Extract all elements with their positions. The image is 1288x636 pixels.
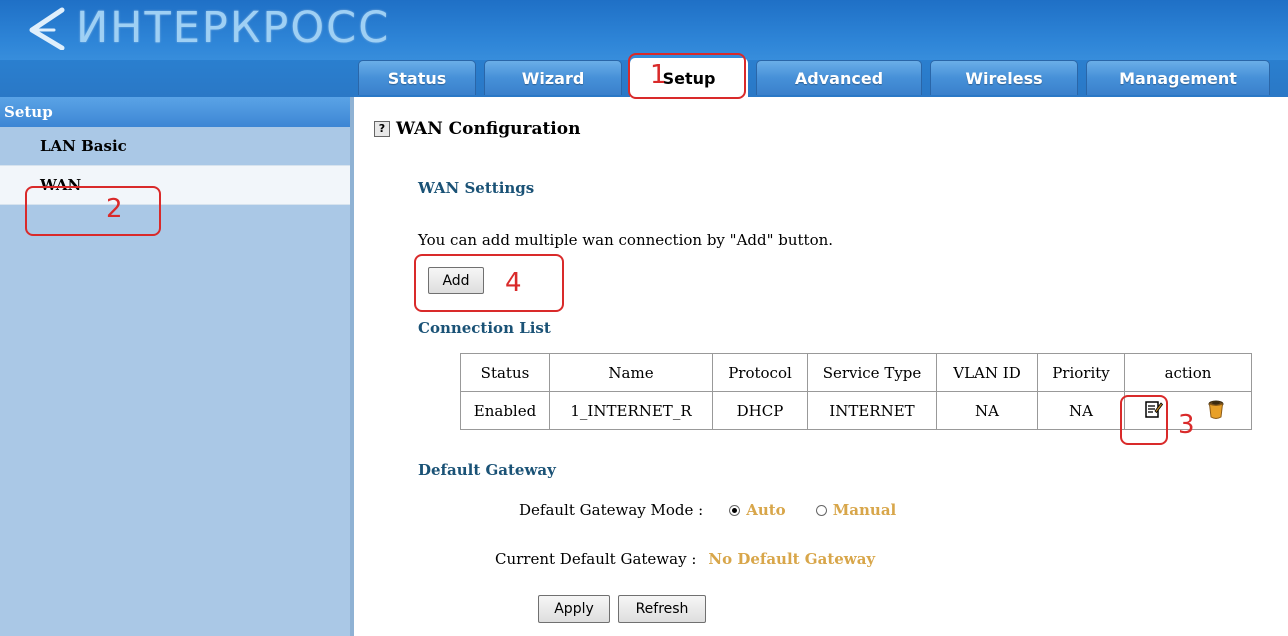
annotation-number-1: 1 — [650, 60, 667, 90]
column-header-status: Status — [460, 353, 550, 392]
cell-protocol: DHCP — [712, 391, 808, 430]
logo: ИНТЕРКРОСС — [24, 6, 390, 50]
page-title: ? WAN Configuration — [374, 119, 580, 139]
radio-manual-label: Manual — [832, 501, 897, 519]
cell-vlan-id: NA — [936, 391, 1038, 430]
annotation-number-2: 2 — [106, 194, 123, 224]
gateway-mode-label: Default Gateway Mode : — [519, 501, 704, 519]
radio-auto[interactable] — [729, 504, 741, 516]
cell-service-type: INTERNET — [807, 391, 937, 430]
column-header-priority: Priority — [1037, 353, 1125, 392]
page-title-text: WAN Configuration — [396, 119, 581, 139]
wan-settings-description: You can add multiple wan connection by "… — [418, 231, 834, 249]
current-gateway-value: No Default Gateway — [708, 550, 876, 568]
logo-text: ИНТЕРКРОСС — [76, 3, 391, 53]
tab-wizard[interactable]: Wizard — [484, 60, 622, 95]
radio-auto-label: Auto — [746, 501, 786, 519]
current-gateway-row: Current Default Gateway : No Default Gat… — [495, 550, 875, 568]
default-gateway-title: Default Gateway — [418, 461, 556, 479]
gateway-mode-row: Default Gateway Mode : Auto Manual — [519, 501, 896, 519]
cell-priority: NA — [1037, 391, 1125, 430]
apply-button[interactable]: Apply — [538, 595, 610, 623]
annotation-number-4: 4 — [505, 268, 522, 298]
tab-wireless[interactable]: Wireless — [930, 60, 1078, 95]
sidebar-item-lan-basic[interactable]: LAN Basic — [0, 127, 350, 165]
radio-manual[interactable] — [815, 504, 827, 516]
logo-mark-icon — [29, 7, 65, 50]
annotation-box-setup — [628, 53, 746, 99]
annotation-box-wan — [25, 186, 161, 236]
tab-advanced[interactable]: Advanced — [756, 60, 922, 95]
cell-status: Enabled — [460, 391, 550, 430]
annotation-box-delete — [1120, 395, 1168, 445]
connection-list-title: Connection List — [418, 319, 551, 337]
radio-auto-option[interactable]: Auto — [729, 501, 786, 519]
radio-manual-option[interactable]: Manual — [815, 501, 897, 519]
annotation-box-add — [414, 254, 564, 312]
current-gateway-label: Current Default Gateway : — [495, 550, 697, 568]
column-header-service-type: Service Type — [807, 353, 937, 392]
column-header-action: action — [1124, 353, 1252, 392]
cell-name: 1_INTERNET_R — [549, 391, 713, 430]
column-header-protocol: Protocol — [712, 353, 808, 392]
help-icon[interactable]: ? — [374, 121, 390, 137]
refresh-button[interactable]: Refresh — [618, 595, 706, 623]
wan-settings-title: WAN Settings — [418, 179, 535, 197]
sidebar-heading: Setup — [0, 97, 350, 127]
annotation-number-3: 3 — [1178, 410, 1195, 440]
trash-icon[interactable] — [1206, 398, 1226, 420]
main-content: ? WAN Configuration WAN Settings You can… — [358, 97, 1288, 636]
column-header-vlan-id: VLAN ID — [936, 353, 1038, 392]
tab-status[interactable]: Status — [358, 60, 476, 95]
column-header-name: Name — [549, 353, 713, 392]
tab-management[interactable]: Management — [1086, 60, 1270, 95]
table-header-row: Status Name Protocol Service Type VLAN I… — [460, 353, 1252, 392]
sidebar: Setup LAN Basic WAN — [0, 97, 354, 636]
